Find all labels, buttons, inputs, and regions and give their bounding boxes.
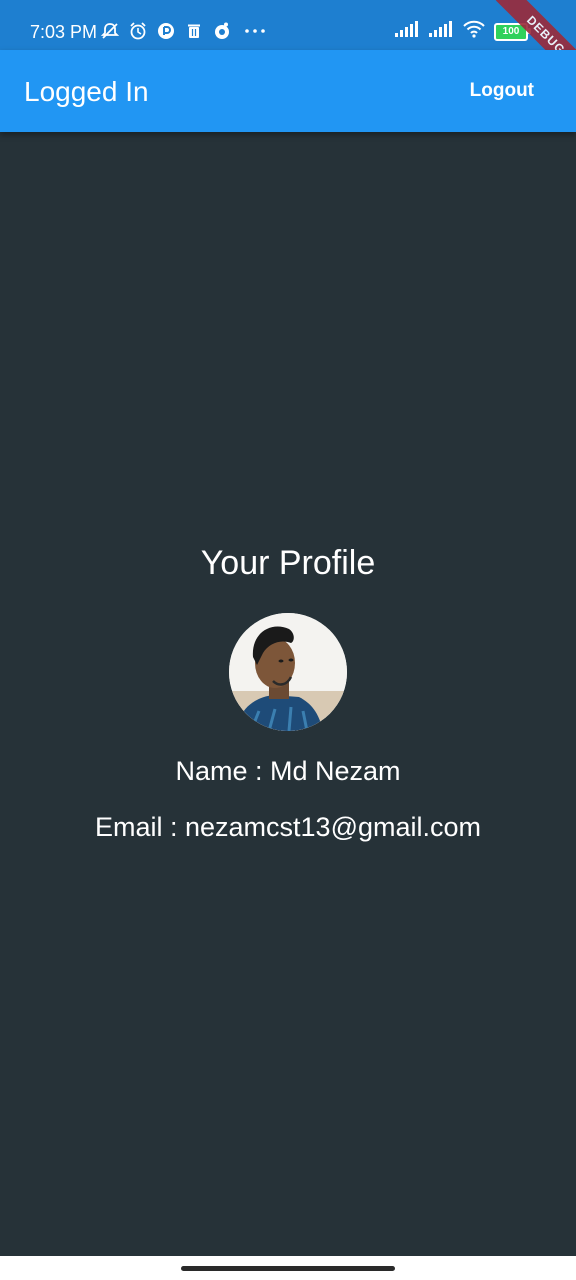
profile-name: Name : Md Nezam [175,755,401,786]
app-bar-title: Logged In [24,76,149,107]
status-left-icons [100,21,270,41]
avatar-image [229,612,347,731]
alarm-icon [128,21,148,41]
profile-content: Your Profile Name : Md Nezam Email : nez… [0,132,576,1256]
status-right-icons: 100 [394,20,531,43]
logout-button[interactable]: Logout [452,76,552,106]
signal-icon [394,20,420,43]
app-bar: Logged In Logout [0,50,576,132]
battery-level: 100 [502,26,520,37]
trash-icon [184,21,204,41]
wifi-icon [462,20,486,43]
signal-icon [428,20,454,43]
status-time: 7:03 PM [30,22,98,42]
navigation-bar [0,1256,576,1280]
avatar [229,612,347,731]
profile-email: Email : nezamcst13@gmail.com [94,811,482,842]
sync-icon [212,21,232,41]
app-icon [156,21,176,41]
home-gesture-bar[interactable] [181,1266,395,1271]
profile-heading: Your Profile [200,543,376,582]
mute-icon [100,21,120,41]
more-dots-icon [240,21,270,41]
status-bar: 7:03 PM 100 DEBUG [0,0,576,86]
